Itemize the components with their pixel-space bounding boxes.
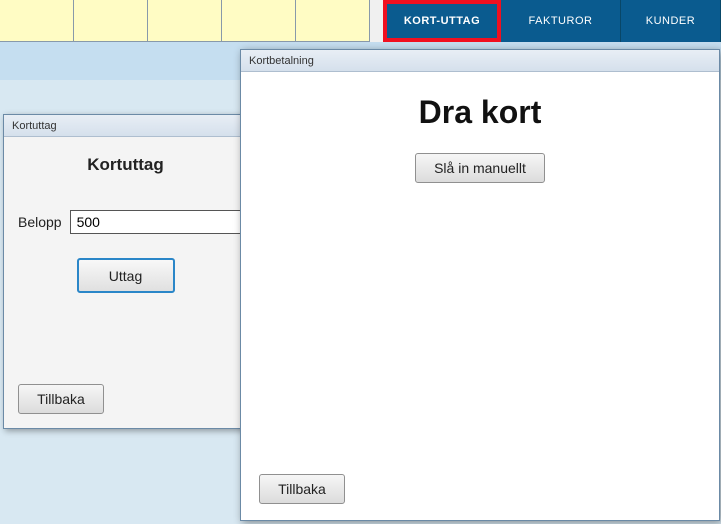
belopp-row: Belopp (18, 210, 233, 234)
kortbetalning-content: Dra kort Slå in manuellt Tillbaka (241, 72, 719, 520)
grid-cell[interactable] (296, 0, 370, 42)
kortuttag-titlebar[interactable]: Kortuttag (4, 115, 247, 137)
kortuttag-heading: Kortuttag (18, 155, 233, 175)
tab-fakturor[interactable]: FAKTUROR (501, 0, 621, 42)
kortbetalning-window: Kortbetalning Dra kort Slå in manuellt T… (240, 49, 720, 521)
kortuttag-content: Kortuttag Belopp Uttag Tillbaka (4, 137, 247, 428)
grid-cells (0, 0, 370, 42)
tab-kort-uttag[interactable]: KORT-UTTAG (383, 0, 501, 42)
dra-kort-heading: Dra kort (259, 94, 701, 131)
belopp-label: Belopp (18, 214, 62, 230)
kortuttag-window: Kortuttag Kortuttag Belopp Uttag Tillbak… (3, 114, 248, 429)
top-tabs: KORT-UTTAG FAKTUROR KUNDER (383, 0, 721, 42)
sla-in-manuellt-button[interactable]: Slå in manuellt (415, 153, 545, 183)
grid-cell[interactable] (0, 0, 74, 42)
grid-cell[interactable] (222, 0, 296, 42)
uttag-button[interactable]: Uttag (77, 258, 175, 293)
grid-cell[interactable] (74, 0, 148, 42)
kortuttag-tillbaka-button[interactable]: Tillbaka (18, 384, 104, 414)
belopp-input[interactable] (70, 210, 265, 234)
kortbetalning-titlebar[interactable]: Kortbetalning (241, 50, 719, 72)
grid-cell[interactable] (148, 0, 222, 42)
tab-kunder[interactable]: KUNDER (621, 0, 721, 42)
kortbetalning-tillbaka-button[interactable]: Tillbaka (259, 474, 345, 504)
